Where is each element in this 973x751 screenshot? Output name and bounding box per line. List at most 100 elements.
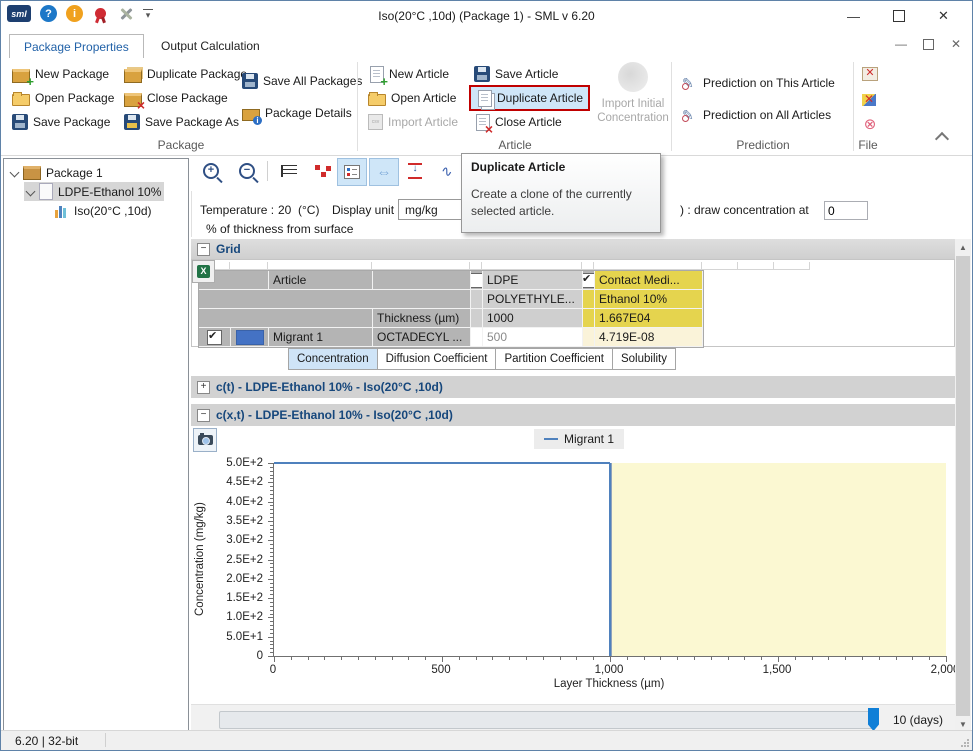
result-tab-strip: Concentration Diffusion Coefficient Part… — [288, 348, 676, 370]
scrollbar-thumb[interactable] — [956, 256, 970, 716]
mdi-restore-icon[interactable] — [923, 39, 934, 50]
migrant-checkbox[interactable] — [207, 330, 222, 345]
time-slider-thumb[interactable] — [868, 708, 879, 731]
grid-cell-spacer — [583, 309, 595, 328]
tab-diffusion-coefficient[interactable]: Diffusion Coefficient — [378, 348, 497, 370]
cxt-section-header[interactable]: c(x,t) - LDPE-Ethanol 10% - Iso(20°C ,10… — [191, 404, 955, 426]
close-all-button[interactable]: ✕ — [859, 88, 879, 110]
ldpe-column-checkbox-cell[interactable] — [471, 271, 483, 290]
migrant-row-label: Migrant 1 — [269, 328, 373, 347]
contact-migrant-value-cell[interactable]: 4.719E-08 — [595, 328, 703, 347]
series-markers-button[interactable] — [309, 158, 337, 184]
ct-section-header[interactable]: c(t) - LDPE-Ethanol 10% - Iso(20°C ,10d) — [191, 376, 955, 398]
prediction-this-article-icon: ✎ — [682, 75, 698, 91]
contact-material-cell[interactable]: Ethanol 10% — [595, 290, 703, 309]
package-group-label: Package — [9, 138, 353, 152]
package-icon — [23, 166, 41, 180]
chevron-down-icon[interactable] — [10, 168, 20, 178]
import-initial-concentration-button[interactable]: Import Initial Concentration — [593, 61, 673, 139]
snapshot-button[interactable] — [193, 428, 217, 452]
contact-column-checkbox-cell[interactable] — [583, 271, 595, 290]
tab-output-calculation[interactable]: Output Calculation — [147, 34, 274, 57]
ldpe-material-cell[interactable]: POLYETHYLE... — [483, 290, 583, 309]
scroll-up-icon[interactable]: ▲ — [955, 239, 971, 256]
migrant-substance-cell[interactable]: OCTADECYL ... — [373, 328, 471, 347]
tab-package-properties[interactable]: Package Properties — [9, 34, 144, 58]
curve-button[interactable]: ∿ — [433, 158, 461, 184]
contact-medium-checkbox[interactable] — [583, 273, 595, 288]
chevron-up-icon — [935, 132, 949, 146]
open-article-icon — [368, 94, 386, 106]
customize-dropdown-icon[interactable]: ▾ — [143, 9, 153, 19]
ldpe-migrant-value-cell[interactable]: 500 — [483, 328, 583, 347]
tools-icon[interactable] — [118, 6, 134, 22]
grid-cell-spacer — [471, 290, 483, 309]
legend-toggle-button[interactable] — [337, 158, 367, 186]
migrant-checkbox-cell[interactable] — [199, 328, 231, 347]
collapse-icon[interactable] — [197, 243, 210, 256]
temperature-label: Temperature : — [200, 203, 274, 217]
time-slider-track[interactable] — [219, 711, 873, 729]
save-article-button[interactable]: Save Article — [471, 63, 561, 85]
tab-concentration[interactable]: Concentration — [288, 348, 378, 370]
collapse-ribbon-button[interactable] — [937, 130, 947, 144]
collapse-icon[interactable] — [197, 409, 210, 422]
contact-column-header[interactable]: Contact Medi... — [595, 271, 703, 290]
duplicate-article-button[interactable]: Duplicate Article — [469, 85, 590, 111]
export-excel-button[interactable]: X — [192, 260, 215, 283]
chevron-down-icon[interactable] — [26, 187, 36, 197]
tree-item-simulation[interactable]: Iso(20°C ,10d) — [52, 201, 155, 220]
mdi-minimize-icon[interactable]: — — [893, 37, 909, 51]
y-axis-tick-labels: 5.0E+24.5E+24.0E+23.5E+23.0E+22.5E+22.0E… — [213, 463, 267, 656]
contact-thickness-cell[interactable]: 1.667E04 — [595, 309, 703, 328]
zoom-in-button[interactable] — [197, 158, 225, 184]
close-button[interactable]: ✕ — [921, 1, 966, 31]
horizontal-arrow-icon: ⇔ — [377, 164, 392, 181]
group-divider — [357, 62, 358, 151]
open-article-button[interactable]: Open Article — [365, 87, 459, 109]
package-details-button[interactable]: Package Details — [239, 102, 355, 124]
close-package-button[interactable]: Close Package — [121, 87, 231, 109]
save-package-as-button[interactable]: Save Package As — [121, 111, 242, 133]
exit-button[interactable]: ⊗ — [859, 114, 881, 136]
license-icon[interactable] — [95, 8, 106, 19]
resize-grip[interactable] — [960, 738, 970, 748]
axes-button[interactable] — [275, 158, 303, 184]
maximize-button[interactable] — [876, 1, 921, 31]
tree-item-package[interactable]: Package 1 — [8, 163, 106, 182]
help-icon[interactable]: ? — [40, 5, 57, 22]
temperature-value: 20 — [278, 203, 291, 217]
minimize-button[interactable]: — — [831, 1, 876, 31]
duplicate-package-button[interactable]: Duplicate Package — [121, 63, 250, 85]
grid-cell-spacer — [471, 309, 483, 328]
save-package-button[interactable]: Save Package — [9, 111, 113, 133]
chart-legend: Migrant 1 — [534, 429, 624, 449]
tab-partition-coefficient[interactable]: Partition Coefficient — [496, 348, 613, 370]
vertical-scrollbar[interactable]: ▲ ▼ — [955, 239, 971, 733]
fit-width-button[interactable]: ⇔ — [369, 158, 399, 186]
grid-section-header[interactable]: Grid — [191, 239, 955, 259]
ldpe-column-header[interactable]: LDPE — [483, 271, 583, 290]
draw-concentration-input[interactable] — [824, 201, 868, 220]
open-package-button[interactable]: Open Package — [9, 87, 117, 109]
migrant-color-cell[interactable] — [231, 328, 269, 347]
prediction-all-articles-button[interactable]: ✎ Prediction on All Articles — [679, 104, 834, 126]
limit-lines-button[interactable]: ↓ — [401, 158, 429, 184]
zoom-out-button[interactable] — [233, 158, 261, 184]
new-article-button[interactable]: New Article — [365, 63, 452, 85]
close-window-button[interactable]: ✕ — [859, 62, 881, 84]
tab-solubility[interactable]: Solubility — [613, 348, 676, 370]
ldpe-thickness-cell[interactable]: 1000 — [483, 309, 583, 328]
expand-icon[interactable] — [197, 381, 210, 394]
save-all-packages-button[interactable]: Save All Packages — [239, 70, 365, 92]
import-article-button[interactable]: csv Import Article — [365, 111, 461, 133]
ldpe-checkbox[interactable] — [471, 273, 483, 288]
migrant-color-swatch[interactable] — [236, 330, 264, 345]
mdi-close-icon[interactable]: ✕ — [948, 37, 964, 51]
info-icon[interactable]: i — [66, 5, 83, 22]
tree-item-article[interactable]: LDPE-Ethanol 10% — [24, 182, 164, 201]
prediction-this-article-button[interactable]: ✎ Prediction on This Article — [679, 72, 838, 94]
version-status-text: 6.20 | 32-bit — [15, 734, 78, 748]
close-article-button[interactable]: Close Article — [471, 111, 565, 133]
new-package-button[interactable]: New Package — [9, 63, 112, 85]
